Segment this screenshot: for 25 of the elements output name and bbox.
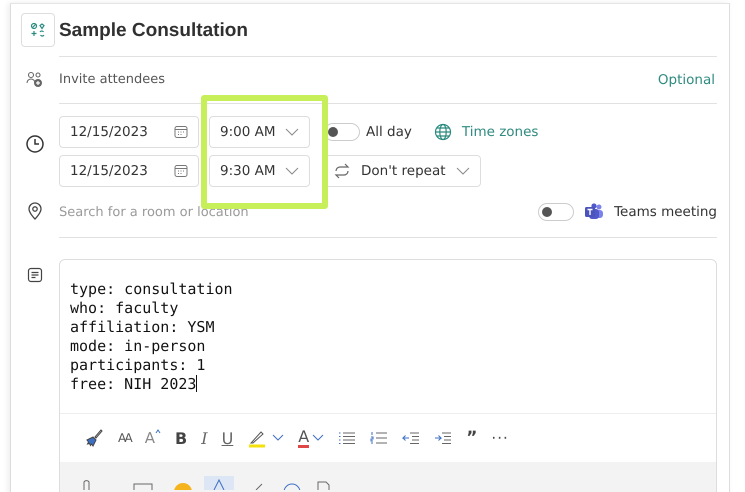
body-text-line: type: consultation <box>70 280 234 299</box>
message-editor[interactable]: type: consultation who: faculty affiliation: YSM mode: in-person participants: 1 free: NIH 2023 AA A B I U A ” ··· <box>59 259 717 492</box>
quote-button[interactable]: ” <box>460 423 484 453</box>
teams-meeting-label: Teams meeting <box>614 204 717 220</box>
end-date-field[interactable]: 12/15/2023 <box>59 155 199 187</box>
body-text-line: mode: in-person <box>70 337 206 356</box>
body-text-line: participants: 1 <box>70 356 206 375</box>
optional-link[interactable]: Optional <box>658 72 715 88</box>
body-text-line: free: NIH 2023 <box>70 375 198 394</box>
all-day-label: All day <box>366 124 412 140</box>
format-color-button[interactable]: A <box>292 423 330 453</box>
start-date-field[interactable]: 12/15/2023 <box>59 116 199 148</box>
body-text-line: who: faculty <box>70 299 180 318</box>
invite-attendees-field[interactable]: Invite attendees <box>59 72 166 87</box>
format-italic-button[interactable]: I <box>195 423 214 453</box>
end-time-dropdown[interactable]: 9:30 AM <box>209 155 310 187</box>
format-grow-button[interactable]: A <box>138 423 168 453</box>
body-text-line: affiliation: YSM <box>70 318 216 337</box>
event-title[interactable]: Sample Consultation <box>59 20 248 42</box>
time-zones-link[interactable]: Time zones <box>462 124 538 140</box>
more-button[interactable]: ··· <box>485 423 515 453</box>
format-bold-button[interactable]: B <box>169 423 194 453</box>
format-underline-button[interactable]: U <box>216 423 240 453</box>
format-size-button[interactable]: AA <box>112 423 137 453</box>
start-time-dropdown[interactable]: 9:00 AM <box>209 116 310 148</box>
